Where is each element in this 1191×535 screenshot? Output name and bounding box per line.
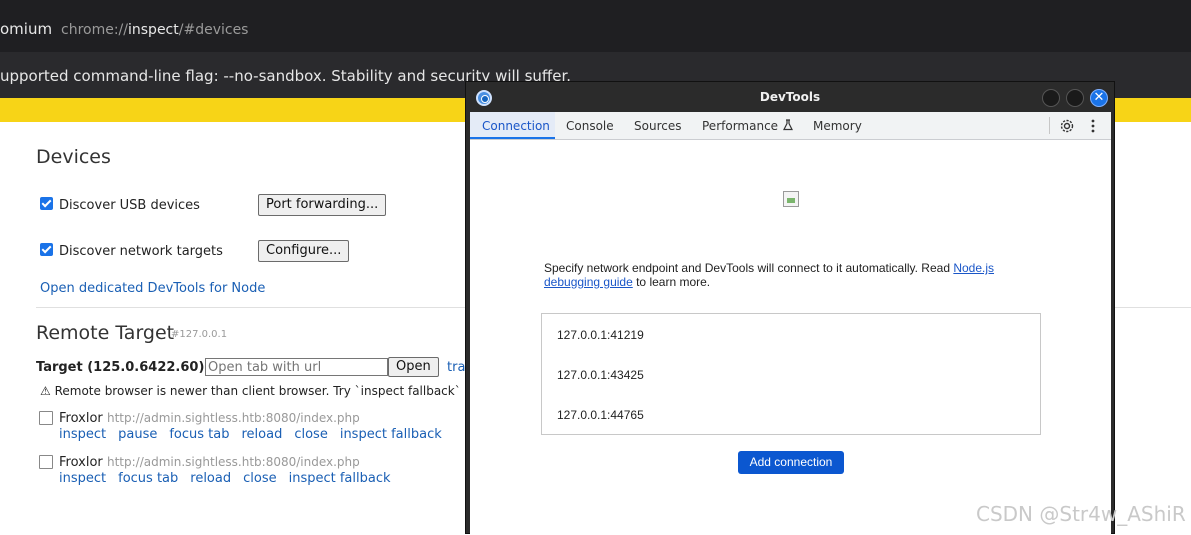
target-checkbox[interactable] <box>39 455 53 469</box>
address-bar[interactable]: chrome://inspect/#devices <box>61 22 248 38</box>
minimize-window-button[interactable] <box>1042 89 1060 107</box>
focus-tab-link[interactable]: focus tab <box>169 427 229 442</box>
open-tab-button[interactable]: Open <box>388 357 439 377</box>
add-connection-button[interactable]: Add connection <box>738 451 844 474</box>
gear-icon[interactable] <box>1059 118 1075 134</box>
maximize-window-button[interactable] <box>1066 89 1084 107</box>
watermark-text: CSDN @Str4w_AShiR <box>976 502 1186 526</box>
port-forwarding-button[interactable]: Port forwarding... <box>258 194 387 216</box>
browser-app-name: omium <box>0 20 53 38</box>
open-tab-url-input[interactable] <box>205 358 388 376</box>
reload-link[interactable]: reload <box>190 471 231 486</box>
reload-link[interactable]: reload <box>242 427 283 442</box>
target-name: Froxlor <box>59 455 103 470</box>
tab-sources[interactable]: Sources <box>634 119 681 133</box>
url-host: inspect <box>128 22 179 38</box>
devtools-window: DevTools ✕ Connection Console Sources Pe… <box>465 81 1115 535</box>
list-item[interactable]: 127.0.0.1:44765 <box>557 408 644 422</box>
active-tab-underline <box>470 137 555 139</box>
close-link[interactable]: close <box>294 427 327 442</box>
tab-connection[interactable]: Connection <box>482 119 550 133</box>
target-version-label: Target (125.0.6422.60) <box>36 360 205 375</box>
open-node-devtools-link[interactable]: Open dedicated DevTools for Node <box>40 281 265 296</box>
discover-usb-label: Discover USB devices <box>59 198 200 213</box>
description-text: Specify network endpoint and DevTools wi… <box>544 261 954 275</box>
configure-button[interactable]: Configure... <box>258 240 350 262</box>
remote-target-host: #127.0.0.1 <box>171 329 228 340</box>
discover-usb-checkbox[interactable] <box>40 197 53 210</box>
browser-titlebar: omium chrome://inspect/#devices <box>0 0 1191 52</box>
inspect-fallback-link[interactable]: inspect fallback <box>289 471 391 486</box>
tabbar-separator <box>1049 117 1050 134</box>
tab-performance[interactable]: Performance <box>702 119 794 133</box>
close-window-button[interactable]: ✕ <box>1090 89 1108 107</box>
target-name: Froxlor <box>59 411 103 426</box>
devtools-tabbar: Connection Console Sources Performance M… <box>470 112 1111 140</box>
target-actions: inspect pause focus tab reload close inspect … <box>59 427 454 442</box>
description-text-end: to learn more. <box>632 275 711 289</box>
tab-console[interactable]: Console <box>566 119 614 133</box>
tab-memory[interactable]: Memory <box>813 119 862 133</box>
broken-image-icon <box>783 191 799 207</box>
target-url: http://admin.sightless.htb:8080/index.ph… <box>107 455 360 469</box>
devtools-title: DevTools <box>759 90 821 104</box>
inspect-link[interactable]: inspect <box>59 427 106 442</box>
target-url: http://admin.sightless.htb:8080/index.ph… <box>107 411 360 425</box>
inspect-fallback-link[interactable]: inspect fallback <box>340 427 442 442</box>
connection-description: Specify network endpoint and DevTools wi… <box>544 261 1014 289</box>
connection-list: 127.0.0.1:41219 127.0.0.1:43425 127.0.0.… <box>541 313 1041 435</box>
close-link[interactable]: close <box>243 471 276 486</box>
focus-tab-link[interactable]: focus tab <box>118 471 178 486</box>
devtools-content: Connection Console Sources Performance M… <box>470 112 1111 535</box>
url-scheme: chrome:// <box>61 22 128 38</box>
remote-target-heading: Remote Target <box>36 322 175 344</box>
pause-link[interactable]: pause <box>118 427 157 442</box>
devtools-titlebar[interactable]: DevTools ✕ <box>466 82 1114 112</box>
target-checkbox[interactable] <box>39 411 53 425</box>
list-item[interactable]: 127.0.0.1:41219 <box>557 328 644 342</box>
discover-network-label: Discover network targets <box>59 244 223 259</box>
discover-network-checkbox[interactable] <box>40 243 53 256</box>
tab-performance-label: Performance <box>702 119 779 133</box>
devices-heading: Devices <box>36 146 111 168</box>
flask-icon <box>782 119 793 131</box>
target-actions: inspect focus tab reload close inspect fallb… <box>59 471 403 486</box>
inspect-link[interactable]: inspect <box>59 471 106 486</box>
list-item[interactable]: 127.0.0.1:43425 <box>557 368 644 382</box>
more-options-icon[interactable] <box>1090 118 1096 134</box>
version-warning: ⚠ Remote browser is newer than client br… <box>40 384 487 398</box>
url-hash: /#devices <box>178 22 249 38</box>
